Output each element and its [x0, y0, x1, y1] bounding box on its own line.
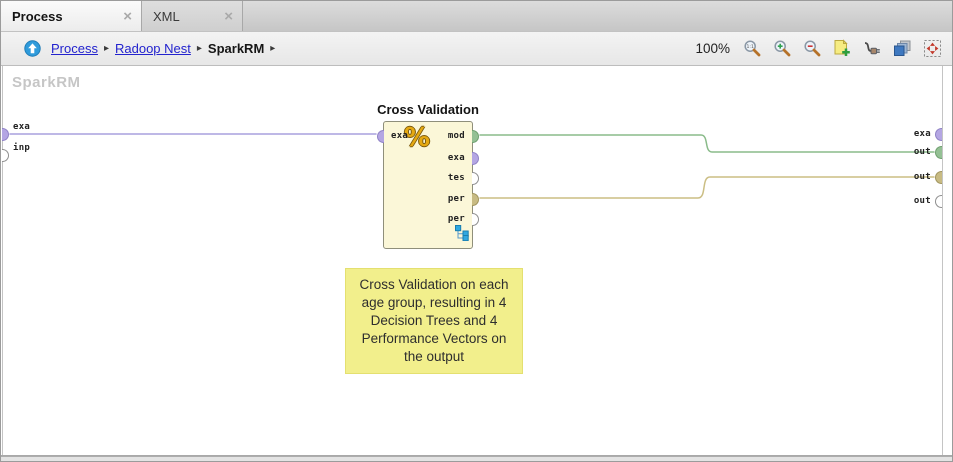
sink-port-out[interactable] — [935, 171, 942, 184]
tab-xml[interactable]: XML × — [142, 1, 243, 31]
auto-wire-button[interactable] — [863, 39, 882, 58]
show-order-icon — [893, 39, 912, 58]
navigate-up-icon — [24, 40, 41, 57]
zoom-actual-size-icon: 1:1 — [743, 39, 762, 58]
operator-title: Cross Validation — [348, 102, 508, 117]
canvas-left-edge — [2, 66, 3, 455]
operator-output-port-mod-0[interactable] — [472, 130, 479, 143]
breadcrumb-separator-icon: ▸ — [197, 43, 202, 54]
subprocess-icon[interactable] — [455, 225, 469, 246]
zoom-out-button[interactable] — [803, 39, 822, 58]
tab-process[interactable]: Process × — [1, 1, 142, 31]
auto-wire-icon — [863, 39, 882, 58]
canvas-right-edge — [942, 66, 943, 455]
canvas-toolbar: 100% 1:1 — [695, 39, 942, 58]
zoom-in-icon — [773, 39, 792, 58]
operator-output-port-tes-2[interactable] — [472, 172, 479, 185]
sink-port-out[interactable] — [935, 146, 942, 159]
source-port-label: exa — [13, 122, 30, 132]
tab-label: Process — [12, 9, 63, 24]
tab-label: XML — [153, 9, 180, 24]
operator-cross-validation[interactable]: % examodexatesperper — [383, 121, 473, 249]
bottom-strip — [1, 456, 952, 462]
operator-input-port-exa[interactable] — [377, 130, 384, 143]
zoom-out-icon — [803, 39, 822, 58]
source-port-exa[interactable] — [2, 128, 9, 141]
operator-output-port-per-3[interactable] — [472, 193, 479, 206]
sink-port-out[interactable] — [935, 195, 942, 208]
process-canvas[interactable]: SparkRM Cross Validation % examodexatesp… — [1, 66, 952, 456]
sink-port-exa[interactable] — [935, 128, 942, 141]
breadcrumb-separator-icon: ▸ — [104, 43, 109, 54]
show-order-button[interactable] — [893, 39, 912, 58]
add-note-icon — [833, 39, 852, 58]
add-note-button[interactable] — [833, 39, 852, 58]
tab-bar: Process × XML × — [1, 1, 952, 31]
op-output-port-label: exa — [448, 153, 465, 163]
zoom-actual-size-button[interactable]: 1:1 — [743, 39, 762, 58]
op-output-port-label: tes — [448, 173, 465, 183]
close-icon[interactable]: × — [224, 9, 233, 24]
navigate-up-button[interactable] — [23, 39, 42, 58]
zoom-in-button[interactable] — [773, 39, 792, 58]
sink-port-label: out — [914, 196, 931, 206]
fit-to-view-icon — [923, 39, 942, 58]
wire-mod-to-out[interactable] — [480, 135, 934, 152]
sink-port-label: out — [914, 172, 931, 182]
operator-output-port-exa-1[interactable] — [472, 152, 479, 165]
breadcrumb-item-radoop-nest[interactable]: Radoop Nest — [115, 41, 191, 56]
fit-to-view-button[interactable] — [923, 39, 942, 58]
op-output-port-label: per — [448, 194, 465, 204]
subprocess-name-watermark: SparkRM — [12, 74, 81, 91]
breadcrumb-item-sparkrm: SparkRM — [208, 41, 264, 56]
breadcrumb-toolbar: Process ▸ Radoop Nest ▸ SparkRM ▸ 100% 1:1 — [1, 31, 952, 66]
breadcrumb-item-process[interactable]: Process — [51, 41, 98, 56]
close-icon[interactable]: × — [123, 9, 132, 24]
op-input-port-label: exa — [391, 131, 408, 141]
breadcrumb: Process ▸ Radoop Nest ▸ SparkRM ▸ — [51, 41, 281, 56]
op-output-port-label: mod — [448, 131, 465, 141]
sink-port-label: exa — [914, 129, 931, 139]
sink-port-label: out — [914, 147, 931, 157]
process-editor-window: Process × XML × Process ▸ Radoop Nest ▸ Spar… — [0, 0, 953, 462]
breadcrumb-separator-icon: ▸ — [270, 43, 275, 54]
sticky-note[interactable]: Cross Validation on each age group, resu… — [345, 268, 523, 374]
wire-per-to-out[interactable] — [480, 177, 934, 198]
zoom-level-label: 100% — [695, 41, 730, 56]
source-port-inp[interactable] — [2, 149, 9, 162]
connection-wires — [1, 66, 952, 456]
svg-text:1:1: 1:1 — [746, 44, 753, 50]
op-output-port-label: per — [448, 214, 465, 224]
operator-output-port-per-4[interactable] — [472, 213, 479, 226]
source-port-label: inp — [13, 143, 30, 153]
